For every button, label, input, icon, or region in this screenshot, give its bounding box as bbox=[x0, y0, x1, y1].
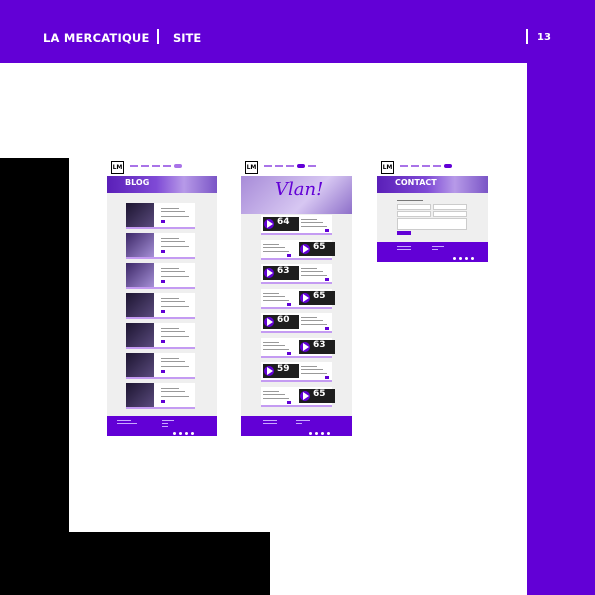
blog-post-card bbox=[126, 263, 195, 289]
post-thumbnail bbox=[126, 263, 154, 287]
video-number: 63 bbox=[277, 266, 290, 276]
right-accent-bar bbox=[527, 63, 595, 595]
video-number: 65 bbox=[313, 241, 326, 252]
blog-footer bbox=[107, 416, 217, 436]
contact-hero-title: CONTACT bbox=[395, 178, 437, 187]
play-icon bbox=[300, 292, 310, 303]
mockup-nav: LM bbox=[377, 158, 488, 176]
play-icon bbox=[264, 317, 274, 327]
mockup-nav: LM bbox=[107, 158, 217, 176]
video-card: 63 bbox=[261, 264, 332, 284]
video-number: 63 bbox=[313, 339, 326, 350]
form-field bbox=[433, 211, 467, 217]
video-card: 65 bbox=[261, 239, 335, 260]
header-divider bbox=[157, 29, 159, 44]
video-thumbnail: 59 bbox=[263, 364, 299, 378]
video-number: 64 bbox=[277, 217, 290, 227]
play-icon bbox=[300, 243, 310, 254]
play-icon bbox=[300, 341, 310, 352]
video-thumbnail: 63 bbox=[299, 339, 335, 354]
video-card: 59 bbox=[261, 362, 332, 382]
left-black-block bbox=[0, 158, 69, 595]
contact-hero: CONTACT bbox=[377, 176, 488, 193]
blog-post-card bbox=[126, 233, 195, 259]
video-card: 65 bbox=[261, 386, 335, 407]
form-field bbox=[397, 211, 431, 217]
video-thumbnail: 65 bbox=[299, 388, 335, 403]
blog-post-card bbox=[126, 293, 195, 319]
post-thumbnail bbox=[126, 383, 154, 407]
video-number: 59 bbox=[277, 364, 290, 374]
top-header-bar: LA MERCATIQUE SITE 13 bbox=[0, 0, 595, 63]
video-number: 65 bbox=[313, 388, 326, 399]
form-message bbox=[397, 218, 467, 230]
video-number: 65 bbox=[313, 290, 326, 301]
form-field bbox=[397, 204, 431, 210]
post-thumbnail bbox=[126, 323, 154, 347]
blog-hero-title: BLOG bbox=[125, 178, 150, 187]
play-icon bbox=[300, 390, 310, 401]
video-thumbnail: 65 bbox=[299, 290, 335, 305]
video-card: 64 bbox=[261, 215, 332, 235]
play-icon bbox=[264, 366, 274, 376]
blog-post-card bbox=[126, 383, 195, 409]
blog-hero: BLOG bbox=[107, 176, 217, 193]
mockup-nav: LM bbox=[241, 158, 352, 176]
bottom-black-block bbox=[0, 532, 270, 595]
blog-post-card bbox=[126, 203, 195, 229]
post-thumbnail bbox=[126, 353, 154, 377]
post-thumbnail bbox=[126, 293, 154, 317]
vlan-footer bbox=[241, 416, 352, 436]
video-card: 65 bbox=[261, 288, 335, 309]
video-thumbnail: 60 bbox=[263, 315, 299, 329]
submit-button bbox=[397, 231, 411, 235]
video-thumbnail: 63 bbox=[263, 266, 299, 280]
logo: LM bbox=[111, 161, 124, 174]
section-title: SITE bbox=[173, 31, 202, 45]
logo: LM bbox=[381, 161, 394, 174]
post-thumbnail bbox=[126, 233, 154, 257]
page-number: 13 bbox=[537, 32, 551, 43]
brand-title: LA MERCATIQUE bbox=[43, 31, 150, 45]
play-icon bbox=[264, 268, 274, 278]
nav-links bbox=[130, 164, 182, 168]
vlan-page-mockup: LM Vlan! 64 65 63 65 60 63 59 65 bbox=[241, 158, 352, 436]
contact-page-mockup: LM CONTACT bbox=[377, 158, 488, 262]
blog-post-card bbox=[126, 323, 195, 349]
vlan-hero: Vlan! bbox=[241, 176, 352, 214]
form-field bbox=[433, 204, 467, 210]
blog-page-mockup: LM BLOG bbox=[107, 158, 217, 436]
nav-links bbox=[264, 164, 316, 168]
play-icon bbox=[264, 219, 274, 229]
vlan-hero-title: Vlan! bbox=[275, 179, 324, 200]
contact-footer bbox=[377, 242, 488, 262]
video-thumbnail: 65 bbox=[299, 241, 335, 256]
page-number-divider bbox=[526, 29, 528, 44]
logo: LM bbox=[245, 161, 258, 174]
nav-links bbox=[400, 164, 452, 168]
video-card: 60 bbox=[261, 313, 332, 333]
video-card: 63 bbox=[261, 337, 335, 358]
post-thumbnail bbox=[126, 203, 154, 227]
video-number: 60 bbox=[277, 315, 290, 325]
video-thumbnail: 64 bbox=[263, 217, 299, 231]
blog-post-card bbox=[126, 353, 195, 379]
